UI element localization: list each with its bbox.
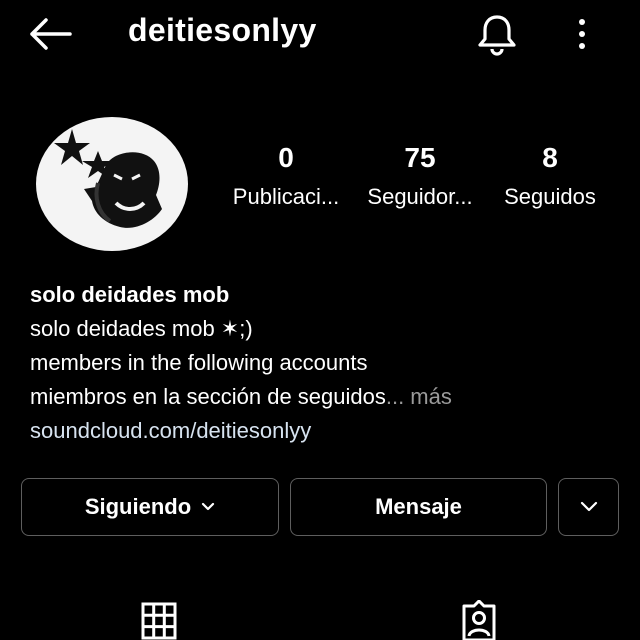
posts-stat[interactable]: 0 Publicaci... [222, 142, 350, 210]
followers-count: 75 [404, 142, 436, 173]
tagged-icon[interactable] [460, 600, 498, 640]
bio-more-link[interactable]: ... más [386, 384, 452, 409]
grid-icon[interactable] [141, 600, 177, 640]
message-button[interactable]: Mensaje [290, 478, 547, 536]
arrow-left-icon[interactable] [28, 16, 72, 52]
followers-label: Seguidor... [367, 184, 473, 209]
profile-bio: solo deidades mob solo deidades mob ✶;) … [30, 278, 620, 448]
bio-line: members in the following accounts [30, 350, 368, 375]
profile-tabs [0, 600, 640, 640]
followers-stat[interactable]: 75 Seguidor... [358, 142, 482, 210]
suggestions-dropdown-button[interactable] [558, 478, 619, 536]
chevron-down-icon [580, 501, 597, 512]
bell-icon[interactable] [476, 12, 518, 56]
top-bar: deitiesonlyy [0, 0, 640, 70]
bio-website-link[interactable]: soundcloud.com/deitiesonlyy [30, 414, 620, 448]
following-label: Seguidos [504, 184, 596, 209]
profile-display-name: solo deidades mob [30, 282, 230, 307]
following-stat[interactable]: 8 Seguidos [494, 142, 606, 210]
profile-username: deitiesonlyy [128, 12, 317, 48]
bio-line: solo deidades mob ✶;) [30, 316, 253, 341]
more-vertical-icon[interactable] [570, 14, 594, 54]
following-button[interactable]: Siguiendo [21, 478, 279, 536]
bio-line-last: miembros en la sección de seguidos... má… [30, 380, 620, 414]
profile-avatar[interactable] [36, 117, 188, 251]
posts-count: 0 [278, 142, 294, 173]
following-count: 8 [542, 142, 558, 173]
chevron-down-icon [202, 502, 215, 511]
message-button-label: Mensaje [375, 494, 462, 519]
following-button-label: Siguiendo [84, 494, 192, 519]
posts-label: Publicaci... [232, 184, 340, 209]
bio-line-text: miembros en la sección de seguidos [30, 384, 386, 409]
